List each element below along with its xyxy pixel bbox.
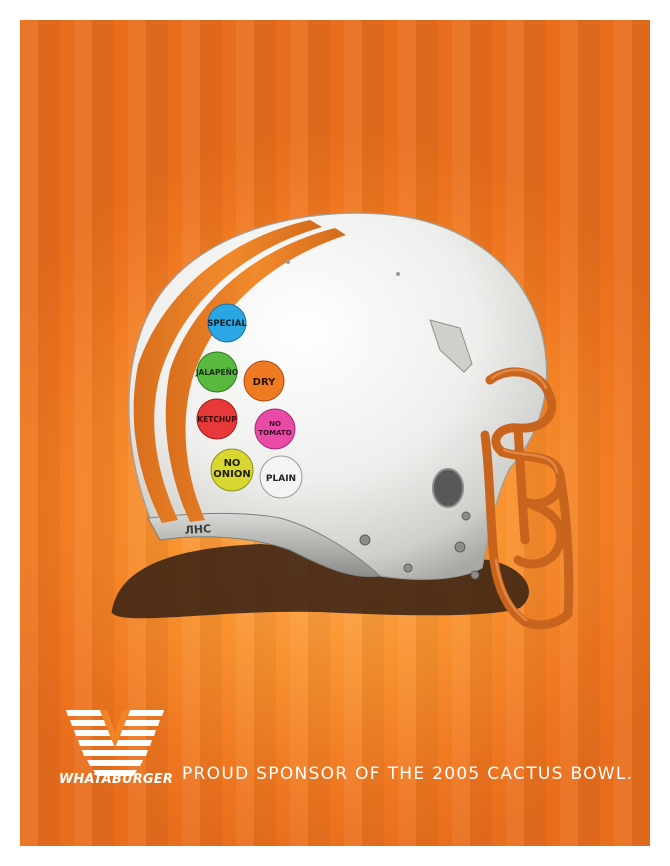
screw (286, 260, 290, 264)
screw (454, 541, 466, 553)
screw (470, 570, 480, 580)
screw (403, 563, 413, 573)
svg-text:NO: NO (269, 420, 281, 428)
sticker-no-tomato: NO TOMATO (254, 408, 296, 450)
sticker-plain: PLAIN (259, 455, 303, 499)
svg-text:NO: NO (224, 458, 241, 469)
svg-text:PLAIN: PLAIN (266, 474, 296, 484)
sticker-no-onion: NO ONION (210, 448, 254, 492)
svg-text:JALAPEÑO: JALAPEÑO (195, 368, 238, 377)
sticker-ketchup: KETCHUP (196, 398, 238, 440)
screw (359, 534, 371, 546)
screw (396, 272, 400, 276)
brim-lettering: ЛНС (184, 522, 211, 537)
screw (461, 511, 471, 521)
ear-hole (432, 468, 464, 508)
svg-text:DRY: DRY (253, 377, 276, 388)
svg-text:TOMATO: TOMATO (258, 429, 291, 437)
ad-poster: ЛНС SPECIAL JALAPEÑO DRY KETCHUP NO TOMA… (20, 20, 650, 846)
svg-text:SPECIAL: SPECIAL (207, 319, 247, 329)
svg-text:KETCHUP: KETCHUP (197, 415, 237, 424)
brand-wordmark: WHATABURGER (58, 772, 174, 787)
sponsor-tagline: PROUD SPONSOR OF THE 2005 CACTUS BOWL. (182, 764, 634, 784)
sticker-dry: DRY (243, 360, 285, 402)
svg-text:ONION: ONION (213, 469, 250, 480)
